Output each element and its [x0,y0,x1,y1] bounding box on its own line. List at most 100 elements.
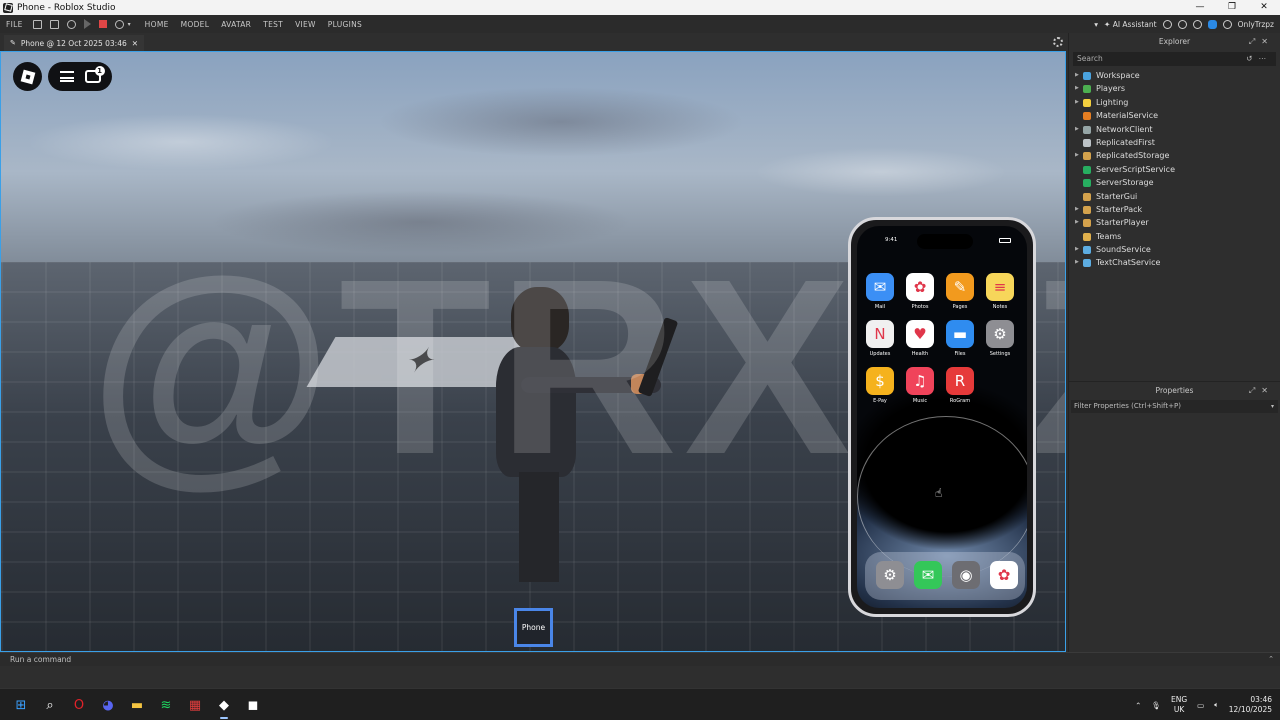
menu-file[interactable]: FILE [0,20,29,29]
chevron-down-icon[interactable]: ▾ [1271,400,1274,413]
mouse-cursor-icon: ☝ [935,486,943,500]
network-icon[interactable]: ▭ [1197,701,1204,710]
app-icon[interactable]: ▦ [184,694,206,716]
tab-phone[interactable]: ✎ Phone @ 12 Oct 2025 03:46 ✕ [4,35,145,51]
app-rogram[interactable]: R RoGram [945,367,975,404]
roblox-icon[interactable]: ◼ [242,694,264,716]
redo-icon[interactable] [66,19,76,29]
explorer-item-teams[interactable]: Teams [1069,230,1280,243]
game-viewport[interactable]: @TRXPZ 1 9:41 ✉Mail✿Photos✎Pages≡NotesNU… [0,51,1066,652]
chevron-down-icon[interactable]: ▾ [1094,20,1098,29]
menu-view[interactable]: VIEW [289,20,322,29]
spotify-icon[interactable]: ≋ [155,694,177,716]
discord-icon[interactable]: ◕ [97,694,119,716]
expand-arrow-icon[interactable]: ▶ [1075,69,1079,82]
clock-date: 12/10/2025 [1228,705,1272,714]
microphone-icon[interactable]: 🎙︎ [1151,701,1161,710]
menu-home[interactable]: HOME [139,20,175,29]
opera-icon[interactable]: O [68,694,90,716]
dock-settings-app[interactable]: ⚙ [875,561,905,589]
panel-controls[interactable]: ⤢✕ [1249,33,1274,51]
share-icon[interactable] [1162,19,1172,29]
menu-test[interactable]: TEST [257,20,289,29]
chevron-up-icon[interactable]: ⌃ [1135,701,1141,710]
notifications-icon[interactable] [1192,19,1202,29]
search-icon[interactable]: ⌕ [39,694,61,716]
minimize-button[interactable]: — [1184,0,1216,15]
help-icon[interactable] [1177,19,1187,29]
roblox-menu-button[interactable] [13,62,42,91]
app-files[interactable]: ▬ Files [945,320,975,357]
explorer-item-lighting[interactable]: ▶ Lighting [1069,96,1280,109]
save-icon[interactable] [49,19,59,29]
user-icon[interactable] [1222,19,1232,29]
roblox-studio-icon[interactable]: ◆ [213,694,235,719]
expand-arrow-icon[interactable]: ▶ [1075,96,1079,109]
dock-camera-app[interactable]: ◉ [951,561,981,589]
app-music[interactable]: ♫ Music [905,367,935,404]
photos-icon: ✿ [990,561,1018,589]
app-mail[interactable]: ✉ Mail [865,273,895,310]
play-icon[interactable] [83,19,91,29]
explorer-item-serverstorage[interactable]: ServerStorage [1069,176,1280,189]
file-explorer-icon[interactable]: ▬ [126,694,148,716]
expand-arrow-icon[interactable]: ▶ [1075,216,1079,229]
expand-arrow-icon[interactable]: ▶ [1075,203,1079,216]
cloud-icon[interactable] [1207,19,1217,29]
explorer-item-replicatedfirst[interactable]: ReplicatedFirst [1069,136,1280,149]
menu-plugins[interactable]: PLUGINS [322,20,368,29]
explorer-item-serverscriptservice[interactable]: ServerScriptService [1069,163,1280,176]
command-history-icon[interactable]: ⌃ [1268,653,1274,666]
undo-dropdown-icon[interactable]: ▾ [128,21,131,28]
maximize-button[interactable]: ❐ [1216,0,1248,15]
tab-close-icon[interactable]: ✕ [132,39,138,48]
properties-filter-input[interactable]: Filter Properties (Ctrl+Shift+P) ▾ [1071,400,1278,413]
command-bar[interactable]: Run a command ⌃ [0,652,1280,666]
explorer-item-players[interactable]: ▶ Players [1069,82,1280,95]
volume-icon[interactable]: 🔈︎ [1214,700,1219,710]
username[interactable]: OnlyTrzpz [1238,20,1274,29]
app-e-pay[interactable]: $ E-Pay [865,367,895,404]
expand-arrow-icon[interactable]: ▶ [1075,82,1079,95]
hamburger-menu-icon[interactable] [59,71,74,82]
explorer-item-networkclient[interactable]: ▶ NetworkClient [1069,123,1280,136]
new-file-icon[interactable] [32,19,42,29]
panel-controls[interactable]: ⤢✕ [1249,382,1274,400]
dock-photos-app[interactable]: ✿ [989,561,1019,589]
explorer-item-replicatedstorage[interactable]: ▶ ReplicatedStorage [1069,149,1280,162]
explorer-search-input[interactable]: Search ↺⋯ [1073,52,1276,66]
history-icon[interactable]: ↺⋯ [1246,52,1272,66]
explorer-item-soundservice[interactable]: ▶ SoundService [1069,243,1280,256]
service-icon [1083,205,1091,214]
app-notes[interactable]: ≡ Notes [985,273,1015,310]
app-health[interactable]: ♥ Health [905,320,935,357]
app-photos[interactable]: ✿ Photos [905,273,935,310]
dock-messages-app[interactable]: ✉ [913,561,943,589]
explorer-item-starterpack[interactable]: ▶ StarterPack [1069,203,1280,216]
explorer-item-starterplayer[interactable]: ▶ StarterPlayer [1069,216,1280,229]
language-indicator[interactable]: ENG UK [1171,695,1187,715]
expand-arrow-icon[interactable]: ▶ [1075,149,1079,162]
explorer-item-workspace[interactable]: ▶ Workspace [1069,69,1280,82]
command-input[interactable]: Run a command [10,655,71,664]
explorer-item-textchatservice[interactable]: ▶ TextChatService [1069,256,1280,269]
phone-toggle-button[interactable]: Phone [514,608,553,647]
menu-avatar[interactable]: AVATAR [215,20,257,29]
menu-model[interactable]: MODEL [175,20,216,29]
expand-arrow-icon[interactable]: ▶ [1075,256,1079,269]
gear-icon[interactable] [1053,37,1063,47]
explorer-item-materialservice[interactable]: MaterialService [1069,109,1280,122]
explorer-item-startergui[interactable]: StarterGui [1069,190,1280,203]
taskbar-clock[interactable]: 03:46 12/10/2025 [1229,695,1272,715]
chat-icon[interactable]: 1 [84,66,105,83]
expand-arrow-icon[interactable]: ▶ [1075,123,1079,136]
app-settings[interactable]: ⚙ Settings [985,320,1015,357]
expand-arrow-icon[interactable]: ▶ [1075,243,1079,256]
stop-icon[interactable] [98,20,107,28]
app-pages[interactable]: ✎ Pages [945,273,975,310]
close-button[interactable]: ✕ [1248,0,1280,15]
undo-icon[interactable] [114,19,124,29]
ai-assistant-button[interactable]: ✦ AI Assistant [1104,20,1157,29]
app-updates[interactable]: N Updates [865,320,895,357]
windows-start-icon[interactable]: ⊞ [10,694,32,716]
